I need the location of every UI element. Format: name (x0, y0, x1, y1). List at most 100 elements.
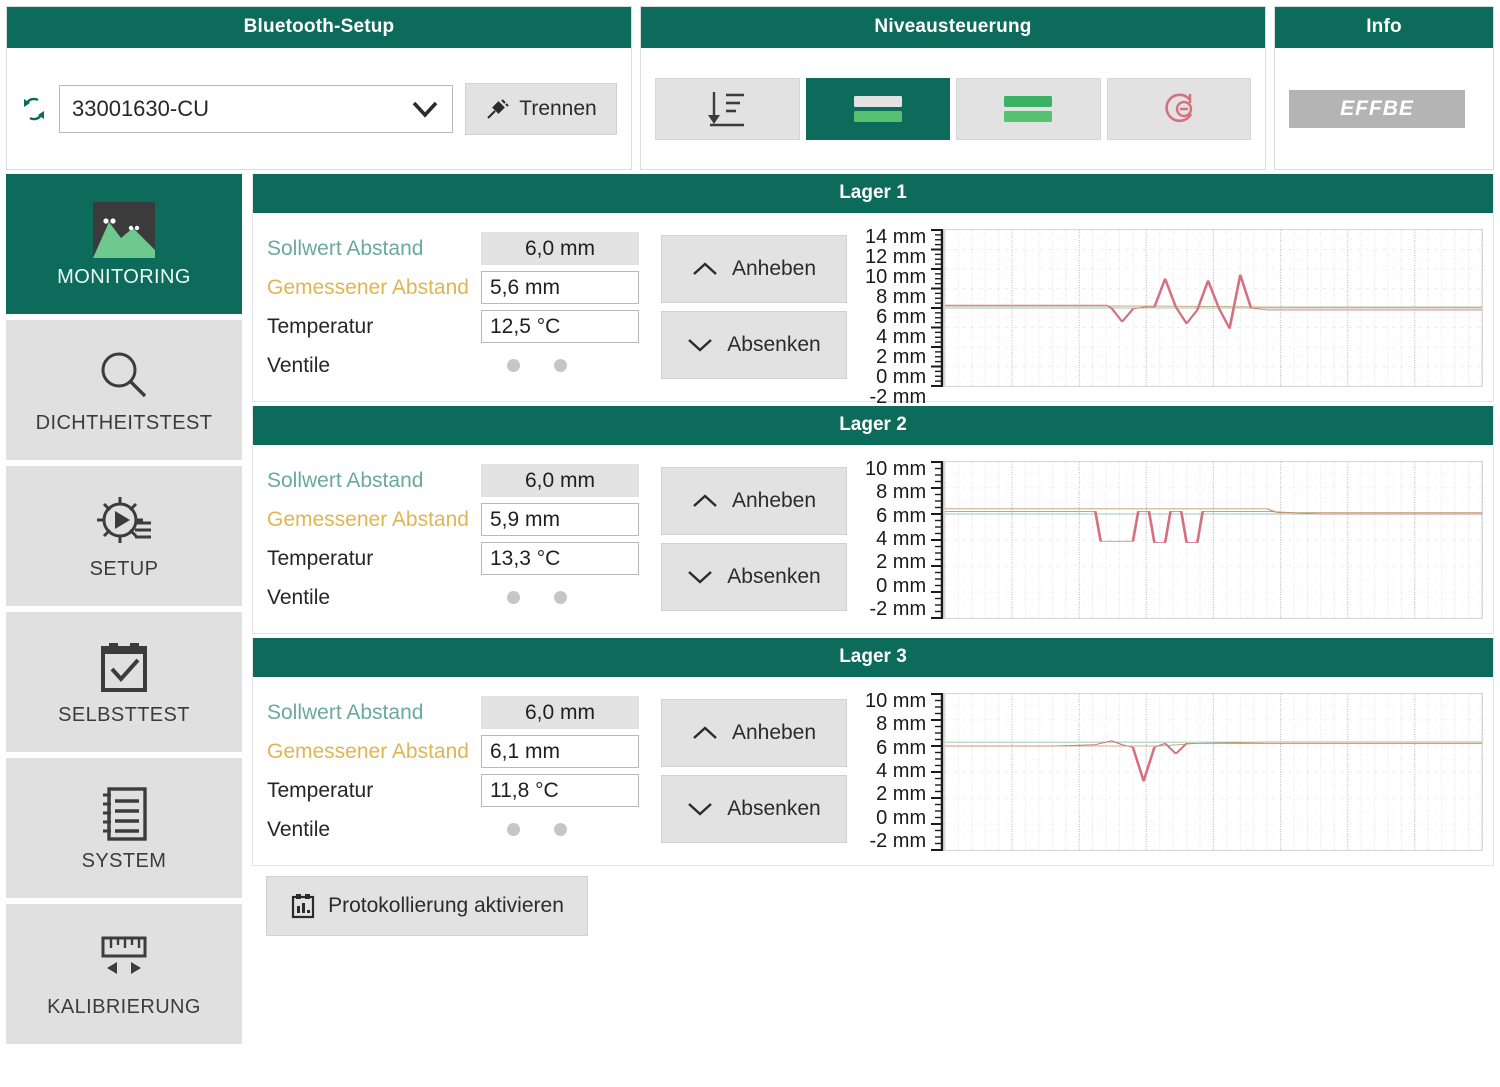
effbe-logo-text: EFFBE (1340, 96, 1414, 120)
sidebar: MONITORING DICHTHEITSTEST SETUP SELBSTTE… (6, 174, 242, 1077)
chart-y-tick-label: 10 mm (865, 690, 927, 712)
absenken-button[interactable]: Absenken (661, 775, 847, 843)
lager-chart: 10 mm 8 mm 6 mm 4 mm 2 mm 0 mm -2 mm (861, 690, 1483, 851)
lager-title: Lager 2 (253, 406, 1493, 445)
bluetooth-setup-panel: Bluetooth-Setup 33001630-CU Trennen (6, 6, 632, 170)
ventil-indicator (554, 823, 567, 836)
chart-plot (944, 229, 1483, 387)
sollwert-row: Sollwert Abstand 6,0 mm (267, 693, 647, 732)
level-single-button[interactable] (805, 77, 950, 140)
stop-button[interactable] (1106, 77, 1251, 140)
lager-controls: Anheben Absenken (661, 461, 847, 611)
sidebar-item-monitoring[interactable]: MONITORING (6, 174, 242, 314)
ventil-indicator (507, 591, 520, 604)
disconnect-button-label: Trennen (519, 96, 597, 120)
top-panels: Bluetooth-Setup 33001630-CU Trennen Nive… (0, 0, 1500, 170)
lager-panel: Lager 3 Sollwert Abstand 6,0 mm Gemessen… (252, 638, 1494, 866)
sidebar-item-label: SYSTEM (81, 849, 167, 872)
chart-ruler (930, 229, 944, 387)
chart-plot (944, 461, 1483, 619)
lager-list: Lager 1 Sollwert Abstand 6,0 mm Gemessen… (252, 174, 1494, 1077)
bluetooth-device-select[interactable]: 33001630-CU (59, 84, 453, 133)
gemessen-value[interactable]: 5,6 mm (481, 271, 639, 304)
sollwert-row: Sollwert Abstand 6,0 mm (267, 229, 647, 268)
sidebar-item-label: SETUP (89, 557, 159, 580)
gear-play-icon (93, 492, 155, 552)
chart-y-axis-labels: 10 mm 8 mm 6 mm 4 mm 2 mm 0 mm -2 mm (865, 690, 930, 851)
absenken-label: Absenken (727, 565, 821, 588)
lager-controls: Anheben Absenken (661, 693, 847, 843)
magnifier-icon (95, 346, 153, 406)
notebook-icon (97, 784, 151, 844)
sidebar-item-selbsttest[interactable]: SELBSTTEST (6, 612, 242, 752)
refresh-icon[interactable] (21, 94, 47, 124)
gemessen-value[interactable]: 6,1 mm (481, 735, 639, 768)
chevron-up-icon (692, 493, 718, 509)
sidebar-item-label: KALIBRIERUNG (47, 995, 201, 1018)
chart-y-tick-label: 6 mm (876, 504, 927, 527)
bluetooth-panel-title: Bluetooth-Setup (7, 7, 631, 48)
lower-all-button[interactable] (655, 77, 800, 140)
chart-ruler (930, 693, 944, 851)
chart-y-tick-label: 2 mm (876, 783, 927, 806)
lager-fields: Sollwert Abstand 6,0 mm Gemessener Absta… (267, 229, 647, 385)
chart-y-tick-label: 4 mm (876, 527, 927, 550)
absenken-button[interactable]: Absenken (661, 311, 847, 379)
disconnect-button[interactable]: Trennen (465, 82, 617, 135)
temperatur-label: Temperatur (267, 778, 374, 802)
info-panel: Info EFFBE (1274, 6, 1494, 170)
gemessen-value[interactable]: 5,9 mm (481, 503, 639, 536)
anheben-label: Anheben (731, 257, 817, 280)
level-double-button[interactable] (956, 77, 1101, 140)
protokollierung-aktivieren-button[interactable]: Protokollierung aktivieren (266, 876, 588, 936)
sidebar-item-kalibrierung[interactable]: KALIBRIERUNG (6, 904, 242, 1044)
gemessen-label: Gemessener Abstand (267, 275, 469, 299)
gemessen-row: Gemessener Abstand 5,6 mm (267, 268, 647, 307)
sidebar-item-setup[interactable]: SETUP (6, 466, 242, 606)
sidebar-item-label: SELBSTTEST (58, 703, 190, 726)
gemessen-row: Gemessener Abstand 5,9 mm (267, 500, 647, 539)
main-area: MONITORING DICHTHEITSTEST SETUP SELBSTTE… (0, 170, 1500, 1083)
chart-y-tick-label: 8 mm (876, 481, 927, 504)
lager-controls: Anheben Absenken (661, 229, 847, 379)
ventile-indicators (481, 591, 639, 604)
anheben-label: Anheben (731, 489, 817, 512)
temperatur-value[interactable]: 11,8 °C (481, 774, 639, 807)
temperatur-row: Temperatur 12,5 °C (267, 307, 647, 346)
chart-y-tick-label: 0 mm (876, 806, 927, 829)
app-window: Bluetooth-Setup 33001630-CU Trennen Nive… (0, 0, 1500, 1087)
sollwert-label: Sollwert Abstand (267, 700, 424, 724)
lager-chart: 10 mm 8 mm 6 mm 4 mm 2 mm 0 mm -2 mm (861, 458, 1483, 620)
anheben-button[interactable]: Anheben (661, 699, 847, 767)
ventil-indicator (507, 359, 520, 372)
ventile-indicators (481, 823, 639, 836)
protokollierung-label: Protokollierung aktivieren (328, 894, 564, 917)
temperatur-value[interactable]: 13,3 °C (481, 542, 639, 575)
ventile-row: Ventile (267, 578, 647, 617)
sidebar-item-dichtheitstest[interactable]: DICHTHEITSTEST (6, 320, 242, 460)
temperatur-value[interactable]: 12,5 °C (481, 310, 639, 343)
sidebar-item-system[interactable]: SYSTEM (6, 758, 242, 898)
sidebar-item-label: DICHTHEITSTEST (35, 411, 213, 434)
absenken-button[interactable]: Absenken (661, 543, 847, 611)
chart-ruler (930, 461, 944, 619)
temperatur-row: Temperatur 13,3 °C (267, 539, 647, 578)
sollwert-row: Sollwert Abstand 6,0 mm (267, 461, 647, 500)
chart-y-tick-label: 10 mm (865, 458, 927, 480)
sollwert-label: Sollwert Abstand (267, 468, 424, 492)
chart-y-tick-label: -2 mm (869, 597, 927, 620)
ventile-label: Ventile (267, 817, 331, 841)
anheben-button[interactable]: Anheben (661, 467, 847, 535)
chart-y-tick-label: 0 mm (876, 366, 927, 388)
chart-y-axis-labels: 10 mm 8 mm 6 mm 4 mm 2 mm 0 mm -2 mm (865, 458, 930, 620)
lager-panel: Lager 1 Sollwert Abstand 6,0 mm Gemessen… (252, 174, 1494, 407)
lager-title: Lager 1 (253, 174, 1493, 213)
chart-clipboard-icon (290, 893, 316, 919)
sollwert-value: 6,0 mm (481, 464, 639, 497)
chart-y-tick-label: 10 mm (865, 266, 927, 288)
anheben-label: Anheben (731, 721, 817, 744)
anheben-button[interactable]: Anheben (661, 235, 847, 303)
chart-y-tick-label: 6 mm (876, 306, 927, 328)
gemessen-label: Gemessener Abstand (267, 507, 469, 531)
chart-y-tick-label: 8 mm (876, 286, 927, 308)
